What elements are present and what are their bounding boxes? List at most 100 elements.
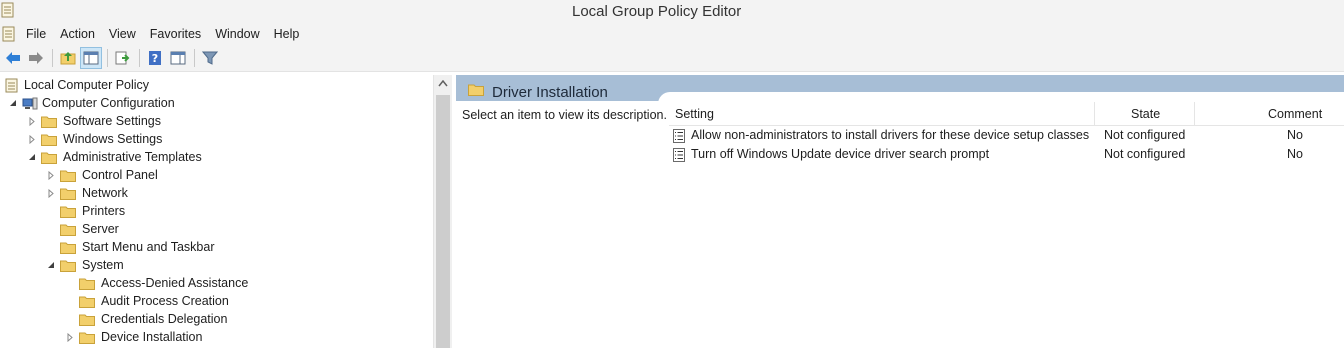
show-hide-tree-icon [83,51,99,65]
details-header-title: Driver Installation [492,84,608,101]
settings-list: Setting State Comment Allow non-administ… [669,102,1344,164]
up-folder-icon [60,52,76,65]
menu-help[interactable]: Help [267,24,307,44]
show-hide-console-tree-button[interactable] [80,47,102,69]
scroll-up-arrow-icon[interactable] [438,80,448,87]
tree-item-label: Server [82,222,119,236]
window-title: Local Group Policy Editor [572,3,742,20]
tree-item-windows-settings[interactable]: Windows Settings [27,130,162,148]
tree-item-network[interactable]: Network [46,184,128,202]
collapse-arrow-icon[interactable] [27,152,37,162]
setting-name: Turn off Windows Update device driver se… [691,147,990,161]
export-list-icon [115,51,130,65]
settings-list-header: Setting State Comment [669,102,1344,126]
tree-item-label: Computer Configuration [42,96,175,110]
policy-setting-icon [673,129,685,143]
filter-icon [202,51,218,65]
menu-action[interactable]: Action [53,24,102,44]
folder-icon [60,188,76,200]
expand-arrow-icon[interactable] [46,188,56,198]
tree-item-software-settings[interactable]: Software Settings [27,112,161,130]
table-row[interactable]: Turn off Windows Update device driver se… [669,145,1344,164]
tree-scrollbar[interactable] [433,75,452,348]
collapse-arrow-icon[interactable] [46,260,56,270]
folder-icon [41,116,57,128]
up-one-level-button[interactable] [57,47,79,69]
column-divider[interactable] [1194,102,1195,125]
setting-comment: No [1287,147,1303,161]
show-hide-action-pane-icon [170,51,186,65]
folder-icon [60,170,76,182]
folder-icon [79,296,95,308]
toolbar: ? [0,45,1344,72]
expand-arrow-icon[interactable] [65,332,75,342]
tree-item-server[interactable]: Server [60,220,119,238]
help-button[interactable]: ? [144,47,166,69]
expand-arrow-icon[interactable] [46,170,56,180]
setting-comment: No [1287,128,1303,142]
folder-icon [60,224,76,236]
setting-state: Not configured [1104,147,1186,161]
tree-item-label: Start Menu and Taskbar [82,240,215,254]
tree-item-label: Administrative Templates [63,150,202,164]
tree-item-audit-process-creation[interactable]: Audit Process Creation [79,292,229,310]
tree-item-label: Printers [82,204,126,218]
toolbar-separator [194,49,195,67]
back-icon [6,52,20,64]
system-menu-icon[interactable] [2,26,16,42]
tree-item-label: Local Computer Policy [24,78,150,92]
tree-item-access-denied-assistance[interactable]: Access-Denied Assistance [79,274,248,292]
tree-item-label: Credentials Delegation [101,312,228,326]
toolbar-separator [52,49,53,67]
folder-icon [79,314,95,326]
expand-arrow-icon[interactable] [27,134,37,144]
menu-view[interactable]: View [102,24,143,44]
tree-item-system[interactable]: System [46,256,124,274]
tree-item-label: Audit Process Creation [101,294,229,308]
back-button[interactable] [2,47,24,69]
tree-item-local-computer-policy[interactable]: Local Computer Policy [4,76,149,94]
column-header-setting[interactable]: Setting [675,107,714,121]
tree-item-control-panel[interactable]: Control Panel [46,166,158,184]
expand-arrow-icon[interactable] [27,116,37,126]
folder-icon [79,332,95,344]
console-tree[interactable]: Local Computer Policy Computer Configura… [0,75,452,348]
scrollbar-thumb[interactable] [436,95,450,348]
folder-icon [60,260,76,272]
tree-item-label: Network [82,186,128,200]
menu-window[interactable]: Window [208,24,266,44]
forward-button[interactable] [25,47,47,69]
column-header-comment[interactable]: Comment [1268,107,1322,121]
table-row[interactable]: Allow non-administrators to install driv… [669,126,1344,145]
help-icon: ? [149,51,161,65]
tree-item-device-installation[interactable]: Device Installation [65,328,202,346]
folder-icon [79,278,95,290]
collapse-arrow-icon[interactable] [8,98,18,108]
folder-icon [41,152,57,164]
column-header-state[interactable]: State [1131,107,1160,121]
menu-bar: File Action View Favorites Window Help [0,23,1344,45]
tree-item-credentials-delegation[interactable]: Credentials Delegation [79,310,227,328]
toolbar-separator [107,49,108,67]
menu-favorites[interactable]: Favorites [143,24,208,44]
tree-item-start-menu-and-taskbar[interactable]: Start Menu and Taskbar [60,238,214,256]
description-text: Select an item to view its description. [462,108,667,122]
folder-icon [60,206,76,218]
setting-state: Not configured [1104,128,1186,142]
menu-file[interactable]: File [24,24,53,44]
folder-icon [41,134,57,146]
tree-item-administrative-templates[interactable]: Administrative Templates [27,148,202,166]
show-hide-action-pane-button[interactable] [167,47,189,69]
folder-icon [60,242,76,254]
filter-button[interactable] [199,47,221,69]
tree-item-label: Device Installation [101,330,203,344]
tree-item-label: System [82,258,124,272]
svg-text:?: ? [152,52,158,65]
export-list-button[interactable] [112,47,134,69]
tree-item-label: Control Panel [82,168,158,182]
column-divider[interactable] [1094,102,1095,125]
tree-item-label: Access-Denied Assistance [101,276,249,290]
details-pane: Driver Installation Select an item to vi… [456,75,1344,348]
tree-item-printers[interactable]: Printers [60,202,125,220]
tree-item-computer-configuration[interactable]: Computer Configuration [8,94,175,112]
